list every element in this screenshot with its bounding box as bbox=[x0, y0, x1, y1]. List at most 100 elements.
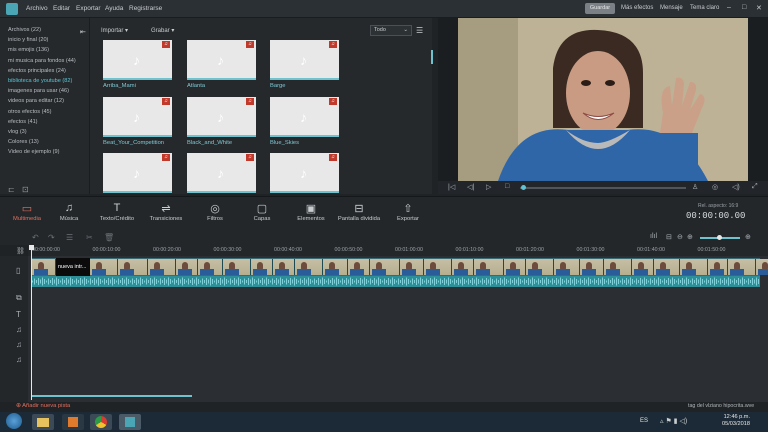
music-track-2-icon[interactable]: ♫ bbox=[16, 340, 22, 349]
waveform bbox=[32, 277, 759, 286]
playhead[interactable] bbox=[31, 248, 32, 400]
video-clip-strip[interactable] bbox=[32, 258, 768, 276]
language-indicator[interactable]: ES bbox=[640, 418, 648, 424]
media-thumbnail[interactable]: ♪ ♫ bbox=[270, 40, 339, 80]
tray-icons[interactable]: ▵ ⚑ ▮ ◁) bbox=[660, 417, 687, 425]
text-track-icon[interactable]: T bbox=[16, 310, 21, 319]
media-thumbnail[interactable]: ♪ ♫ bbox=[103, 153, 172, 193]
ruler-tick-label: 00:00:30:00 bbox=[213, 247, 242, 253]
music-track-1-icon[interactable]: ♫ bbox=[16, 325, 22, 334]
audio-mixer-icon[interactable]: ılıl bbox=[650, 233, 657, 240]
library-scrollbar[interactable] bbox=[431, 50, 433, 64]
start-button[interactable] bbox=[6, 413, 22, 429]
zoom-fit-icon[interactable]: ⊕ bbox=[745, 233, 751, 241]
menu-editar[interactable]: Editar bbox=[53, 5, 70, 12]
media-thumbnail[interactable]: ♪ ♫ bbox=[103, 97, 172, 137]
audio-waveform-strip[interactable] bbox=[32, 276, 760, 287]
folder-item[interactable]: vlog (3) bbox=[8, 129, 27, 135]
import-dropdown[interactable]: Importar ▾ bbox=[101, 27, 128, 34]
folder-item[interactable]: Video de ejemplo (9) bbox=[8, 149, 60, 155]
message-link[interactable]: Mensaje bbox=[660, 5, 683, 11]
volume-icon[interactable]: ◁) bbox=[732, 183, 740, 191]
playhead-handle[interactable] bbox=[29, 245, 34, 250]
play-icon[interactable]: ▷ bbox=[486, 183, 491, 191]
fullscreen-icon[interactable]: ⤢ bbox=[752, 183, 758, 191]
record-dropdown[interactable]: Grabar ▾ bbox=[151, 27, 174, 34]
folder-item[interactable]: mis emojis (136) bbox=[8, 47, 49, 53]
music-note-icon: ♪ bbox=[133, 52, 140, 68]
timeline-scrollbar[interactable] bbox=[32, 395, 192, 397]
filmora-taskbar-icon[interactable] bbox=[119, 414, 141, 430]
folder-settings-icon[interactable]: ⊡ bbox=[22, 185, 29, 194]
redo-icon[interactable]: ↷ bbox=[48, 233, 55, 242]
seek-handle[interactable] bbox=[521, 185, 526, 190]
snapshot-icon[interactable]: ◎ bbox=[712, 183, 718, 191]
music-track-3-icon[interactable]: ♫ bbox=[16, 355, 22, 364]
ruler-tick-label: 00:00:50:00 bbox=[334, 247, 363, 253]
media-thumbnail[interactable]: ♪ ♫ bbox=[270, 153, 339, 193]
folder-item[interactable]: efectos principales (24) bbox=[8, 68, 66, 74]
media-thumbnail[interactable]: ♪ ♫ bbox=[103, 40, 172, 80]
zoom-in-icon[interactable]: ⊕ bbox=[687, 233, 693, 241]
audio-tag-icon: ♫ bbox=[162, 154, 170, 161]
seek-track[interactable] bbox=[520, 187, 686, 189]
media-thumbnail[interactable]: ♪ ♫ bbox=[270, 97, 339, 137]
add-track-button[interactable]: ⊕ Añadir nueva pista bbox=[16, 403, 70, 409]
marker-icon[interactable]: ⊟ bbox=[666, 233, 672, 241]
close-icon[interactable]: ✕ bbox=[756, 4, 762, 12]
folder-item[interactable]: inicio y final (20) bbox=[8, 37, 48, 43]
clock[interactable]: 12:46 p.m. 05/03/2018 bbox=[722, 414, 750, 428]
cut-icon[interactable]: ✂ bbox=[86, 233, 93, 242]
folder-item[interactable]: biblioteca de youtube (82) bbox=[8, 78, 72, 84]
taskbar bbox=[0, 412, 768, 432]
clip-frame bbox=[680, 259, 708, 275]
undo-icon[interactable]: ↶ bbox=[32, 233, 39, 242]
menu-ayuda[interactable]: Ayuda bbox=[105, 5, 123, 12]
zoom-out-icon[interactable]: ⊖ bbox=[677, 233, 683, 241]
clip-frame bbox=[90, 259, 118, 275]
collapse-arrow-icon[interactable]: ⇤ bbox=[80, 28, 86, 36]
stop-icon[interactable]: □ bbox=[505, 183, 509, 190]
more-effects-link[interactable]: Más efectos bbox=[621, 5, 653, 11]
step-back-icon[interactable]: ◁| bbox=[467, 183, 474, 191]
clip-frame bbox=[148, 259, 176, 275]
video-track-icon[interactable]: ▯ bbox=[16, 266, 20, 275]
maximize-icon[interactable]: □ bbox=[742, 4, 746, 11]
media-thumbnail[interactable]: ♪ ♫ bbox=[187, 40, 256, 80]
overlay-track-icon[interactable]: ⧉ bbox=[16, 293, 22, 303]
save-button[interactable]: Guardar bbox=[585, 3, 615, 14]
zoom-handle[interactable] bbox=[717, 235, 722, 240]
media-label: Barge bbox=[270, 83, 286, 89]
menu-registrarse[interactable]: Registrarse bbox=[129, 5, 162, 12]
prev-frame-icon[interactable]: |◁ bbox=[448, 183, 455, 191]
folder-item[interactable]: otros efectos (45) bbox=[8, 109, 52, 115]
clip-frame bbox=[580, 259, 604, 275]
folder-item[interactable]: Colores (13) bbox=[8, 139, 39, 145]
clip-frame bbox=[756, 259, 768, 275]
microphone-icon[interactable]: ♙ bbox=[692, 183, 698, 191]
media-player-icon[interactable] bbox=[62, 414, 84, 430]
menu-archivo[interactable]: Archivo bbox=[26, 5, 48, 12]
new-folder-icon[interactable]: ⊏ bbox=[8, 185, 15, 194]
thumb-progress bbox=[270, 191, 339, 193]
explorer-icon[interactable] bbox=[32, 414, 54, 430]
theme-link[interactable]: Tema claro bbox=[690, 5, 719, 11]
link-icon[interactable]: ⛓ bbox=[16, 247, 25, 255]
folder-item[interactable]: Archivos (22) bbox=[8, 27, 41, 33]
menu-exportar[interactable]: Exportar bbox=[76, 5, 101, 12]
folder-item[interactable]: imagenes para usar (46) bbox=[8, 88, 69, 94]
folder-item[interactable]: videos para editar (12) bbox=[8, 98, 64, 104]
list-view-icon[interactable]: ☰ bbox=[416, 26, 423, 35]
toolbar-export-button[interactable]: ⇧ Exportar bbox=[378, 202, 438, 222]
media-label: Arriba_Mami bbox=[103, 83, 136, 89]
media-thumbnail[interactable]: ♪ ♫ bbox=[187, 97, 256, 137]
properties-icon[interactable]: ☰ bbox=[66, 233, 73, 242]
delete-icon[interactable]: 🗑 bbox=[104, 233, 114, 242]
intro-clip[interactable]: nueva intr... bbox=[56, 258, 90, 276]
minimize-icon[interactable]: – bbox=[727, 4, 731, 11]
folder-item[interactable]: mi musica para fondos (44) bbox=[8, 58, 76, 64]
chrome-icon[interactable] bbox=[90, 414, 112, 430]
media-thumbnail[interactable]: ♪ ♫ bbox=[187, 153, 256, 193]
filter-select[interactable]: Todo ⌄ bbox=[370, 25, 412, 36]
folder-item[interactable]: efectos (41) bbox=[8, 119, 38, 125]
